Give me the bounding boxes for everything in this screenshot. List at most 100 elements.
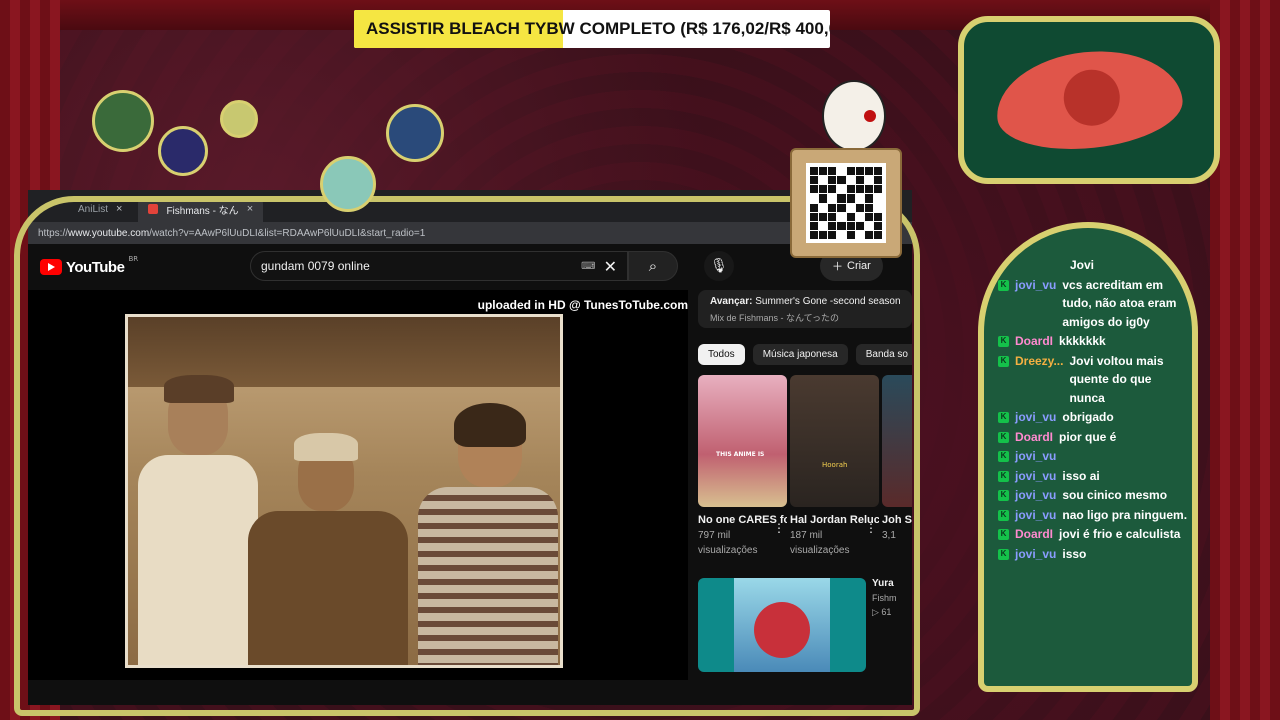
shorts-row: THIS ANIME IS No one CARES fo... 797 mil… <box>698 375 912 558</box>
short-views-label: visualizações <box>790 545 850 556</box>
chat-message: Kjovi_vu nao ligo pra ninguem. <box>998 506 1188 525</box>
short-item[interactable]: Joh Ste 3,1 <box>882 375 912 558</box>
tab-fishmans[interactable]: Fishmans - なん × <box>138 196 264 222</box>
voice-search-button[interactable]: 🎙 <box>704 251 734 281</box>
kick-badge-icon: K <box>998 412 1009 423</box>
create-label: Criar <box>847 260 871 272</box>
short-thumbnail[interactable] <box>882 375 912 507</box>
chat-text: kkkkkkk <box>1059 334 1106 348</box>
chat-username[interactable]: jovi_vu <box>1015 447 1056 466</box>
up-next-video: Summer's Gone -second season <box>755 296 900 307</box>
chat-text: pior que é <box>1059 429 1117 444</box>
character-avatar-badge <box>92 90 154 152</box>
kick-badge-icon: K <box>998 336 1009 347</box>
close-icon[interactable]: × <box>247 203 253 215</box>
curtain-right <box>1210 0 1280 720</box>
address-bar[interactable]: https://www.youtube.com/watch?v=AAwP6lUu… <box>28 222 912 244</box>
donation-goal-text: ASSISTIR BLEACH TYBW COMPLETO (R$ 176,02… <box>366 19 830 38</box>
short-views: 3,1 <box>882 530 896 541</box>
up-next-label: Avançar: <box>710 296 753 307</box>
short-item[interactable]: Hoorah Hal Jordan Reluctant... 187 mil v… <box>790 375 879 558</box>
chat-username[interactable]: jovi_vu <box>1015 467 1056 486</box>
close-icon[interactable]: × <box>116 203 122 215</box>
donation-goal-bar: ASSISTIR BLEACH TYBW COMPLETO (R$ 176,02… <box>354 10 830 48</box>
short-title[interactable]: Joh Ste <box>882 513 912 528</box>
video-views: ▷ 61 <box>872 607 892 617</box>
chat-username[interactable]: jovi_vu <box>1015 506 1056 525</box>
jester-mascot <box>822 80 886 152</box>
chat-text: nao ligo pra ninguem. <box>1062 507 1188 522</box>
chat-text: jovi é frio e calculista <box>1059 527 1181 541</box>
short-thumb-text: Hoorah <box>822 461 848 469</box>
chat-text: Jovi <box>1070 258 1095 272</box>
chat-username[interactable]: jovi_vu <box>1015 545 1056 564</box>
chat-message: K Dreezy... Jovi voltou mais quente do que… <box>998 352 1188 408</box>
related-video[interactable]: Yura Fishm ▷ 61 <box>698 578 912 672</box>
short-thumbnail[interactable]: Hoorah <box>790 375 879 507</box>
chat-message: K DoardI kkkkkkk <box>998 332 1188 351</box>
region-code: BR <box>128 254 139 263</box>
browser-window: AniList × Fishmans - なん × https://www.yo… <box>28 190 912 705</box>
tab-label: AniList <box>78 203 109 215</box>
chat-text: Jovi voltou mais quente do que nunca <box>1069 353 1164 405</box>
tab-anilist[interactable]: AniList × <box>68 196 132 222</box>
short-thumb-text: THIS ANIME IS <box>716 451 765 458</box>
mic-icon: 🎙 <box>710 258 728 274</box>
search-button[interactable]: ⌕ <box>628 251 678 281</box>
kick-badge-icon: K <box>998 431 1009 443</box>
red-eye-art <box>991 42 1187 158</box>
chat-username[interactable]: DoardI <box>1015 332 1053 351</box>
chat-username[interactable]: jovi_vu <box>1015 276 1056 332</box>
kick-badge-icon: K <box>998 470 1009 482</box>
video-watermark: uploaded in HD @ TunesToTube.com <box>477 298 688 312</box>
short-views-label: visualizações <box>698 545 758 556</box>
video-player[interactable]: uploaded in HD @ TunesToTube.com <box>28 290 688 680</box>
chat-username[interactable]: jovi_vu <box>1015 486 1056 505</box>
tab-strip: AniList × Fishmans - なん × <box>28 190 912 222</box>
youtube-play-icon <box>40 259 62 275</box>
video-meta: Yura Fishm ▷ 61 <box>872 578 897 672</box>
video-title[interactable]: Yura <box>872 578 897 589</box>
person-center <box>238 425 408 665</box>
kick-badge-icon: K <box>998 548 1009 560</box>
kick-badge-icon: K <box>998 355 1009 367</box>
chat-username[interactable]: jovi_vu <box>1015 408 1056 427</box>
chat-text: isso ai <box>1062 468 1100 483</box>
short-item[interactable]: THIS ANIME IS No one CARES fo... 797 mil… <box>698 375 787 558</box>
qr-code-scroll <box>790 148 902 258</box>
keyboard-icon[interactable]: ⌨ <box>581 261 595 272</box>
kick-badge-icon: K <box>998 279 1009 291</box>
clear-search-icon[interactable]: ✕ <box>604 257 617 276</box>
youtube-header: YouTube BR ⌨ ✕ ⌕ 🎙 ＋ Criar <box>28 244 912 290</box>
short-thumbnail[interactable]: THIS ANIME IS <box>698 375 787 507</box>
related-sidebar: Avançar: Summer's Gone -second season Mi… <box>698 290 912 705</box>
kick-badge-icon: K <box>998 529 1009 540</box>
up-next-card[interactable]: Avançar: Summer's Gone -second season Mi… <box>698 290 912 328</box>
up-next-title: Avançar: Summer's Gone -second season <box>710 296 900 307</box>
person-right <box>418 395 558 665</box>
chat-username[interactable]: DoardI <box>1015 428 1053 447</box>
video-thumbnail[interactable] <box>698 578 866 672</box>
url-path: /watch?v=AAwP6lUuDLI&list=RDAAwP6lUuDLI&… <box>149 227 426 239</box>
more-options-icon[interactable]: ⋮ <box>773 521 785 535</box>
search-input[interactable] <box>261 259 582 273</box>
spiral-avatar-badge <box>158 126 208 176</box>
chat-username[interactable]: Dreezy... <box>1015 352 1063 408</box>
chip-banda[interactable]: Banda so <box>855 344 912 365</box>
eye-panel <box>958 16 1220 184</box>
chat-message: Kjovi_vu isso ai <box>998 467 1188 486</box>
search-box[interactable]: ⌨ ✕ <box>250 251 628 281</box>
youtube-logo[interactable]: YouTube BR <box>40 255 138 276</box>
chat-text: isso <box>1062 546 1087 561</box>
more-options-icon[interactable]: ⋮ <box>865 521 877 535</box>
chip-todos[interactable]: Todos <box>698 344 745 365</box>
chat-username[interactable]: DoardI <box>1015 525 1053 544</box>
star-badge <box>220 100 258 138</box>
chip-musica-japonesa[interactable]: Música japonesa <box>752 344 848 365</box>
kick-badge-icon: K <box>998 490 1009 501</box>
url-text[interactable]: https://www.youtube.com/watch?v=AAwP6lUu… <box>38 228 866 239</box>
chat-text: obrigado <box>1062 410 1114 424</box>
kick-badge-icon: K <box>998 509 1009 521</box>
chat-message: Jovi <box>998 256 1188 275</box>
video-channel: Fishm <box>872 593 897 603</box>
